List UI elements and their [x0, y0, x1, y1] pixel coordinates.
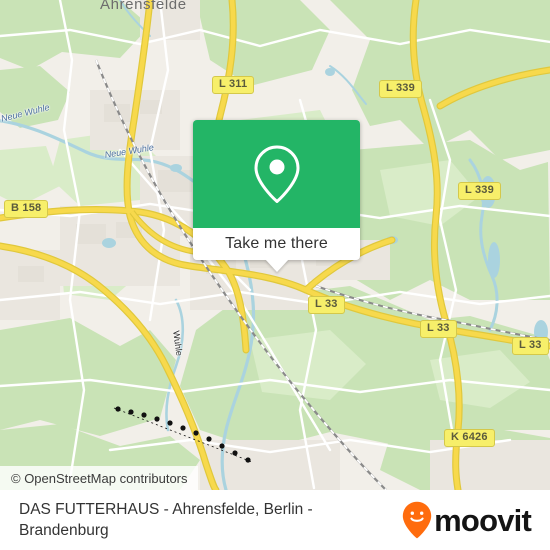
callout-pointer-arrow [264, 259, 289, 272]
map-pin-icon [254, 145, 299, 203]
callout-pin-panel [193, 120, 360, 228]
moovit-pin-smile-icon [402, 501, 432, 539]
osm-attribution[interactable]: © OpenStreetMap contributors [0, 466, 198, 490]
location-callout-card[interactable]: Take me there [193, 120, 360, 272]
osm-attribution-text: © OpenStreetMap contributors [11, 470, 188, 486]
take-me-there-label: Take me there [225, 235, 328, 252]
road-shield: L 33 [512, 337, 549, 355]
moovit-wordmark: moovit [434, 502, 532, 538]
map-viewport[interactable]: L 311 L 339 B 158 L 339 L 33 L 33 L 33 K 6426 A… [0, 0, 550, 490]
page-title: DAS FUTTERHAUS - Ahrensfelde, Berlin - B… [19, 501, 313, 539]
road-shield: L 33 [308, 296, 345, 314]
callout-action-bar[interactable]: Take me there [193, 228, 360, 272]
road-shield: L 339 [458, 182, 501, 200]
road-shield: L 311 [212, 76, 255, 94]
map-screenshot-page: L 311 L 339 B 158 L 339 L 33 L 33 L 33 K 6426 A… [0, 0, 550, 550]
road-shield: B 158 [4, 200, 49, 218]
page-footer: DAS FUTTERHAUS - Ahrensfelde, Berlin - B… [0, 490, 550, 550]
road-shield: L 33 [420, 320, 457, 338]
road-shield: L 339 [379, 80, 422, 98]
road-shield: K 6426 [444, 429, 495, 447]
moovit-brand[interactable]: moovit [402, 501, 536, 539]
